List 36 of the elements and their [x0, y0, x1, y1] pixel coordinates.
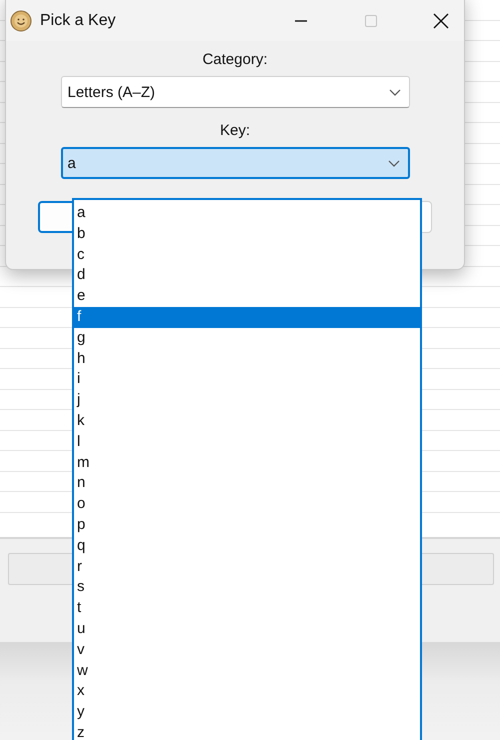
dropdown-option[interactable]: y — [74, 702, 420, 723]
window-title: Pick a Key — [40, 12, 116, 30]
dropdown-option[interactable]: r — [74, 556, 420, 578]
dropdown-option[interactable]: f — [74, 306, 420, 328]
dropdown-option[interactable]: n — [74, 473, 420, 494]
dropdown-option[interactable]: e — [74, 286, 420, 307]
field-label: Category: — [202, 51, 268, 68]
dropdown-option[interactable]: v — [74, 640, 420, 661]
dropdown-option[interactable]: j — [74, 390, 420, 411]
dropdown-option[interactable]: p — [74, 514, 420, 536]
dropdown-option[interactable]: m — [74, 452, 420, 474]
maximize-icon — [364, 14, 378, 28]
dropdown-option[interactable]: g — [74, 328, 420, 349]
dropdown-option[interactable]: o — [74, 494, 420, 515]
close-icon — [433, 13, 449, 29]
dropdown-option[interactable]: c — [74, 244, 420, 266]
chevron-down-icon — [388, 88, 400, 96]
dropdown-option[interactable]: x — [74, 681, 420, 702]
dropdown-option[interactable]: w — [74, 660, 420, 682]
dropdown-option[interactable]: u — [74, 618, 420, 640]
dropdown-option[interactable]: d — [74, 265, 420, 286]
field-label: Key: — [220, 122, 250, 139]
dropdown-option[interactable]: i — [74, 369, 420, 390]
dropdown-option[interactable]: l — [74, 432, 420, 453]
dropdown-option[interactable]: k — [74, 410, 420, 432]
dropdown-option[interactable]: s — [74, 577, 420, 598]
dropdown-option[interactable]: z — [74, 722, 420, 740]
smiley-icon — [10, 10, 32, 32]
dropdown-option[interactable]: q — [74, 536, 420, 557]
dropdown-option[interactable]: h — [74, 348, 420, 370]
dropdown-option[interactable]: b — [74, 224, 420, 245]
dropdown-option[interactable]: a — [74, 203, 420, 224]
category-dropdown[interactable]: Letters (A–Z) — [60, 76, 410, 108]
key-dropdown[interactable]: a — [60, 147, 410, 179]
dropdown-option[interactable]: t — [74, 598, 420, 619]
chevron-down-icon — [388, 160, 400, 166]
